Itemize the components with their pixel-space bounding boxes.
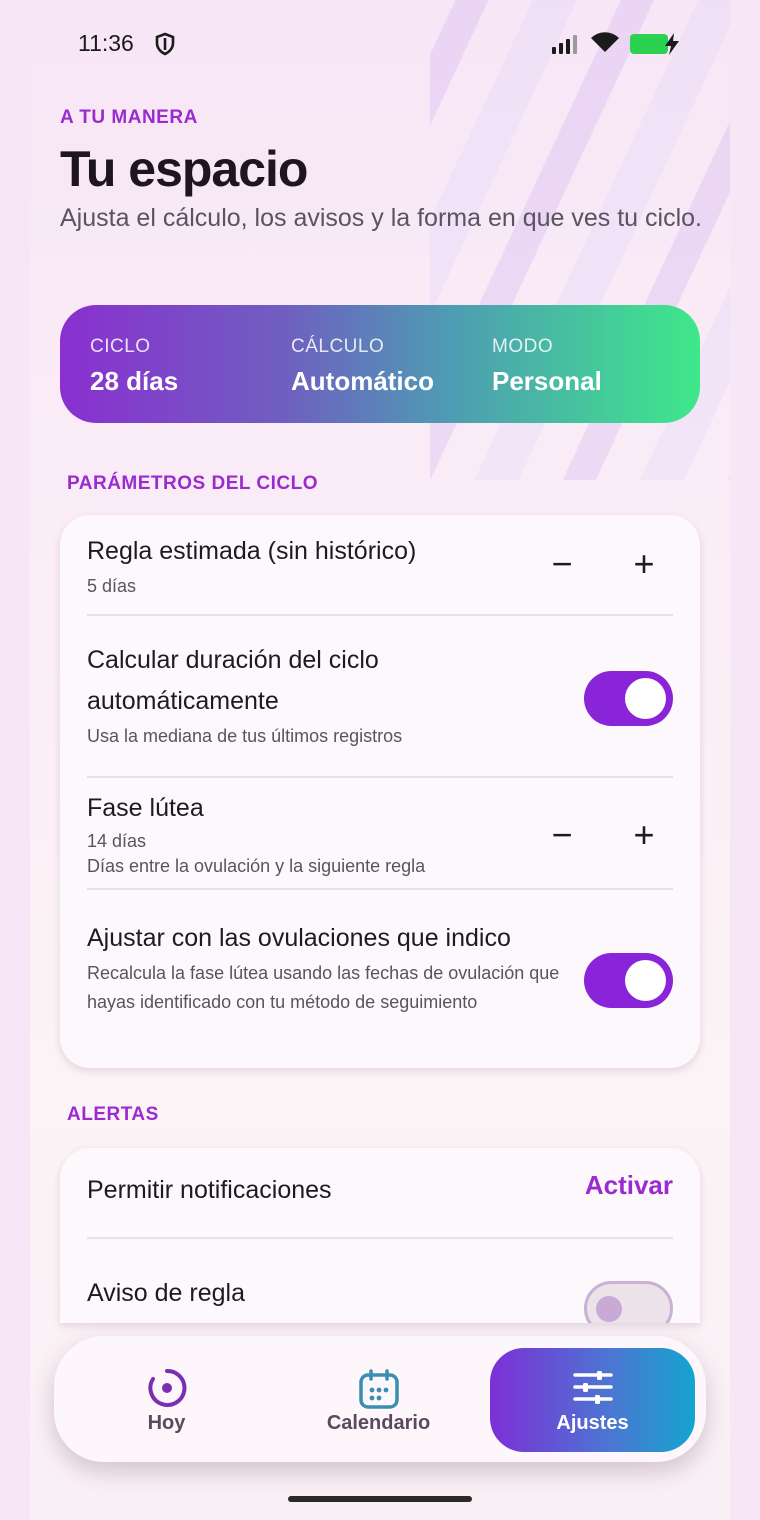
luteal-stepper: − + xyxy=(545,817,661,853)
decrease-button[interactable]: − xyxy=(545,817,579,853)
cycle-parameters-card: Regla estimada (sin histórico) 5 días − … xyxy=(60,515,700,1068)
ovulation-adjust-toggle[interactable] xyxy=(584,953,673,1008)
nav-tab-hoy[interactable]: Hoy xyxy=(64,1348,269,1452)
battery-icon xyxy=(630,34,668,54)
nav-tab-ajustes[interactable]: Ajustes xyxy=(490,1348,695,1452)
increase-button[interactable]: + xyxy=(627,817,661,853)
decrease-button[interactable]: − xyxy=(545,546,579,582)
summary-label: CICLO xyxy=(90,336,151,357)
auto-cycle-toggle[interactable] xyxy=(584,671,673,726)
period-alert-toggle[interactable] xyxy=(584,1281,673,1323)
setting-subtitle: Usa la mediana de tus últimos registros xyxy=(87,726,403,746)
setting-row-period-alert: Aviso de regla xyxy=(87,1239,673,1323)
setting-row-period-length: Regla estimada (sin histórico) 5 días − … xyxy=(87,515,673,616)
nav-label: Calendario xyxy=(326,1412,431,1434)
toggle-knob xyxy=(596,1296,622,1322)
section-label-alerts: ALERTAS xyxy=(67,1104,159,1125)
calendar-icon xyxy=(358,1368,400,1415)
sliders-icon xyxy=(572,1368,614,1411)
setting-title: Ajustar con las ovulaciones que indico xyxy=(87,924,511,952)
summary-label: CÁLCULO xyxy=(291,336,385,357)
summary-label: MODO xyxy=(492,336,554,357)
summary-value: Personal xyxy=(492,366,602,396)
setting-subtitle: Días entre la ovulación y la siguiente r… xyxy=(87,856,426,876)
page-subtitle: Ajusta el cálculo, los avisos y la forma… xyxy=(60,204,702,232)
period-stepper: − + xyxy=(545,546,661,582)
setting-title: Calcular duración del ciclo automáticame… xyxy=(87,646,379,715)
setting-row-ovulation-adjust: Ajustar con las ovulaciones que indico R… xyxy=(87,890,673,1068)
summary-mode: MODO Personal xyxy=(492,305,693,423)
toggle-knob xyxy=(625,960,666,1001)
nav-tab-calendario[interactable]: Calendario xyxy=(276,1348,481,1452)
summary-value: 28 días xyxy=(90,366,179,396)
vpn-shield-icon xyxy=(154,32,176,61)
signal-icon xyxy=(552,34,577,54)
setting-row-auto-cycle: Calcular duración del ciclo automáticame… xyxy=(87,616,673,778)
setting-row-luteal-phase: Fase lútea 14 días Días entre la ovulaci… xyxy=(87,778,673,890)
setting-row-notifications: Permitir notificaciones Activar xyxy=(87,1148,673,1239)
activate-notifications-link[interactable]: Activar xyxy=(585,1170,673,1201)
section-label-cycle: PARÁMETROS DEL CICLO xyxy=(67,473,319,494)
alerts-card: Permitir notificaciones Activar Aviso de… xyxy=(60,1148,700,1323)
increase-button[interactable]: + xyxy=(627,546,661,582)
target-icon xyxy=(147,1368,187,1413)
bottom-navigation: Hoy Calendario Ajustes xyxy=(54,1336,706,1462)
summary-cycle: CICLO 28 días xyxy=(90,305,291,423)
nav-label: Ajustes xyxy=(556,1412,629,1434)
toggle-knob xyxy=(625,678,666,719)
cycle-summary-card: CICLO 28 días CÁLCULO Automático MODO Pe… xyxy=(60,305,700,423)
status-time: 11:36 xyxy=(78,30,134,56)
charging-icon xyxy=(664,33,680,60)
home-indicator xyxy=(288,1496,472,1502)
nav-label: Hoy xyxy=(147,1412,186,1434)
setting-subtitle: Recalcula la fase lútea usando las fecha… xyxy=(87,963,560,1012)
page-kicker: A TU MANERA xyxy=(60,107,198,128)
summary-calculation: CÁLCULO Automático xyxy=(291,305,492,423)
wifi-icon xyxy=(590,30,620,59)
page-title: Tu espacio xyxy=(60,141,308,197)
summary-value: Automático xyxy=(291,366,434,396)
